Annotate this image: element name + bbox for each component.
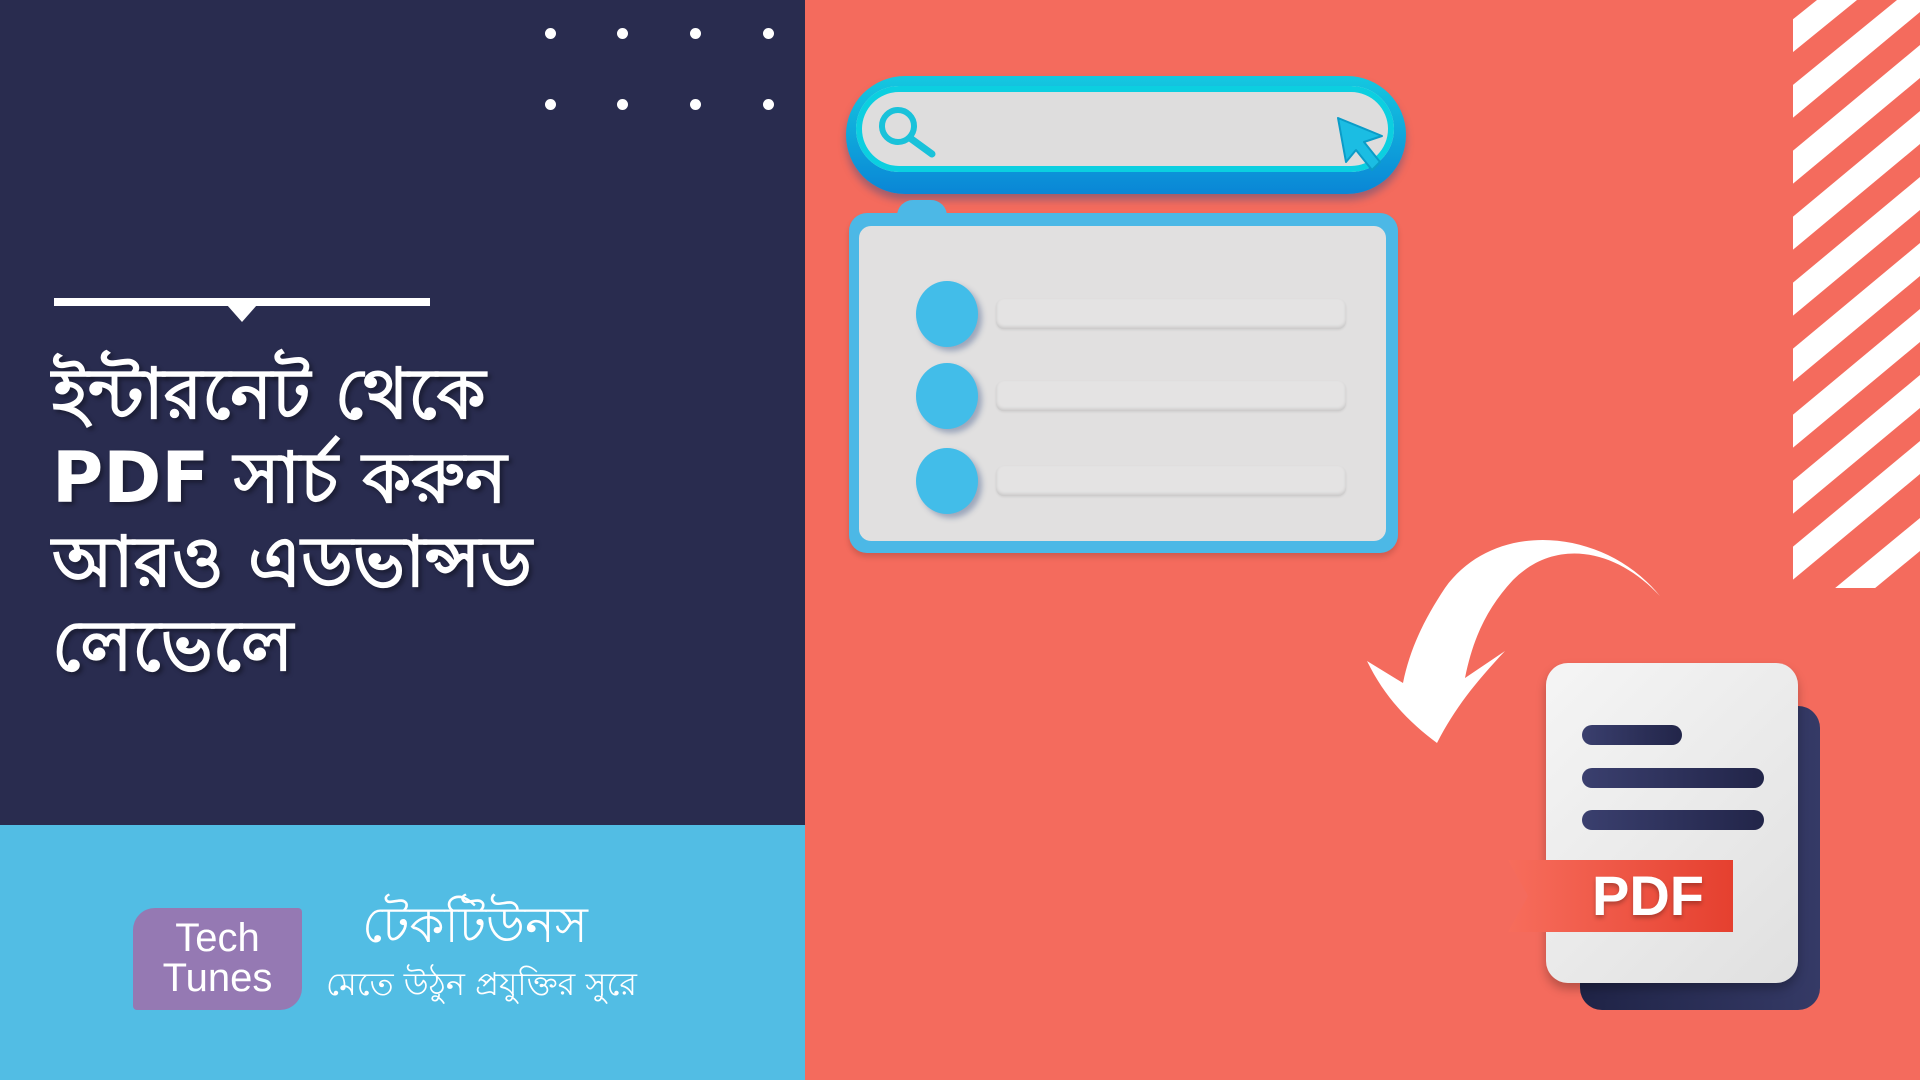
divider-notch-icon [227, 305, 257, 322]
list-item-placeholder [996, 381, 1346, 411]
search-results-card [849, 200, 1398, 553]
doc-text-line [1582, 768, 1764, 788]
decor-dot [617, 99, 628, 110]
bullet-icon [916, 363, 978, 429]
doc-text-line [1582, 810, 1764, 830]
search-bar[interactable] [846, 76, 1406, 194]
list-item-placeholder [996, 299, 1346, 329]
bullet-icon [916, 281, 978, 347]
bullet-icon [916, 448, 978, 514]
logo-text-tech: Tech [175, 916, 260, 960]
doc-text-line [1582, 725, 1682, 745]
decor-dot [617, 28, 628, 39]
headline-line: PDF সার্চ করুন [52, 437, 507, 519]
decor-dot [690, 99, 701, 110]
diagonal-stripes [1777, 0, 1920, 603]
card-body [859, 226, 1386, 541]
decor-dot [690, 28, 701, 39]
headline-title: ইন্টারনেট থেকে PDF সার্চ করুন আরও এডভান্… [52, 352, 752, 688]
pdf-badge-label: PDF [1592, 864, 1704, 927]
headline-panel: ইন্টারনেট থেকে PDF সার্চ করুন আরও এডভান্… [0, 0, 805, 825]
list-item[interactable] [916, 448, 1366, 514]
techtunes-logo[interactable]: Tech Tunes [133, 908, 302, 1010]
list-item[interactable] [916, 363, 1366, 429]
headline-line: আরও এডভান্সড [52, 521, 532, 603]
brand-tagline: মেতে উঠুন প্রযুক্তির সুরে [326, 965, 638, 1003]
headline-line: ইন্টারনেট থেকে [52, 353, 486, 435]
decor-dot [545, 99, 556, 110]
list-item-placeholder [996, 466, 1346, 496]
decor-dot [763, 99, 774, 110]
card-tab [897, 200, 947, 224]
decor-dot [545, 28, 556, 39]
pdf-file-icon [1546, 663, 1798, 983]
decor-dot [763, 28, 774, 39]
cursor-arrow-icon [1337, 117, 1383, 171]
logo-text-tunes: Tunes [162, 956, 273, 1000]
list-item[interactable] [916, 281, 1366, 347]
brand-name: টেকটিউনস [362, 896, 588, 954]
search-icon [879, 107, 936, 158]
headline-line: লেভেলে [52, 605, 294, 687]
